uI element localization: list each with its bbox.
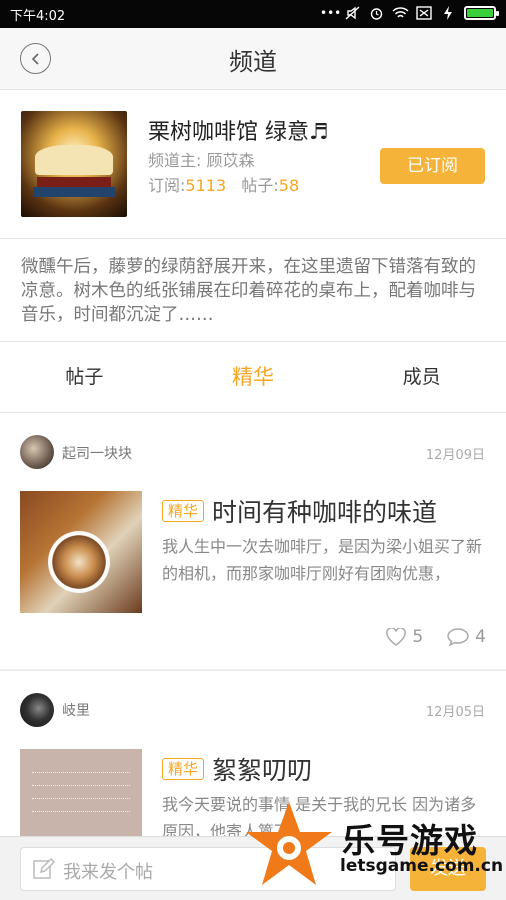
alarm-icon [368, 6, 384, 20]
channel-info: 栗树咖啡馆 绿意♬ 频道主: 顾苡森 订阅:5113 帖子:58 已订阅 [0, 91, 506, 239]
charging-icon [440, 6, 456, 20]
edit-icon [33, 858, 55, 879]
channel-cover-image [21, 111, 127, 217]
post-title[interactable]: 精华 絮絮叨叨 [162, 751, 312, 787]
send-button[interactable]: 发送 [410, 847, 486, 891]
post-date: 12月05日 [425, 705, 485, 720]
post-actions: 5 4 [386, 627, 486, 647]
more-dots-icon: ••• [320, 6, 342, 20]
channel-tabs: 帖子 精华 成员 [0, 341, 506, 413]
post-input-placeholder: 我来发个帖 [63, 862, 153, 883]
no-sim-icon [416, 6, 432, 20]
post-card[interactable]: 起司一块块 12月09日 精华 时间有种咖啡的味道 我人生中一次去咖啡厅，是因为梁… [0, 413, 506, 671]
status-bar: 下午4:02 ••• [0, 0, 506, 28]
post-title-text: 絮絮叨叨 [212, 756, 313, 785]
post-thumbnail[interactable] [20, 491, 142, 613]
post-title[interactable]: 精华 时间有种咖啡的味道 [162, 493, 437, 529]
posts-label: 帖子: [241, 176, 279, 195]
post-input[interactable]: 我来发个帖 [20, 847, 396, 891]
featured-badge: 精华 [162, 500, 205, 522]
post-excerpt: 我今天要说的事情 是关于我的兄长 因为诸多原因，他寄人篱下 [162, 795, 477, 836]
posts-count: 58 [278, 176, 300, 195]
featured-badge: 精华 [162, 758, 205, 780]
post-thumbnail[interactable] [20, 749, 142, 836]
subscribed-button[interactable]: 已订阅 [380, 148, 485, 184]
comment-count: 4 [475, 627, 486, 647]
avatar[interactable] [20, 693, 54, 727]
like-count: 5 [412, 627, 424, 647]
subscribe-label: 订阅: [148, 176, 186, 195]
channel-stats: 订阅:5113 帖子:58 [148, 172, 299, 196]
app-header: 频道 [0, 28, 506, 90]
channel-description: 微醺午后，藤萝的绿荫舒展开来，在这里遗留下错落有致的凉意。树木色的纸张铺展在印着… [21, 257, 476, 325]
post-composer: 我来发个帖 发送 [0, 836, 506, 900]
tab-featured[interactable]: 精华 [169, 342, 338, 412]
comment-button[interactable]: 4 [447, 627, 486, 647]
post-author[interactable]: 岐里 [62, 700, 90, 720]
status-time: 下午4:02 [10, 9, 66, 24]
mute-icon [344, 6, 360, 20]
post-excerpt: 我人生中一次去咖啡厅，是因为梁小姐买了新的相机，而那家咖啡厅刚好有团购优惠， [162, 537, 483, 583]
avatar[interactable] [20, 435, 54, 469]
status-icons: ••• [320, 6, 499, 20]
channel-name: 栗树咖啡馆 绿意♬ [148, 120, 329, 145]
post-date: 12月09日 [425, 448, 485, 463]
post-author[interactable]: 起司一块块 [62, 443, 132, 463]
page-title: 频道 [229, 48, 277, 76]
post-title-text: 时间有种咖啡的味道 [212, 498, 438, 527]
like-button[interactable]: 5 [386, 627, 423, 647]
wifi-icon [392, 6, 409, 20]
subscribe-count: 5113 [185, 176, 227, 195]
channel-owner: 频道主: 顾苡森 [148, 151, 255, 170]
comment-icon [447, 628, 469, 646]
heart-icon [386, 628, 407, 646]
tab-posts[interactable]: 帖子 [0, 342, 169, 412]
battery-icon [464, 6, 499, 20]
post-card[interactable]: 岐里 12月05日 精华 絮絮叨叨 我今天要说的事情 是关于我的兄长 因为诸多原因… [0, 671, 506, 836]
tab-members[interactable]: 成员 [337, 342, 506, 412]
